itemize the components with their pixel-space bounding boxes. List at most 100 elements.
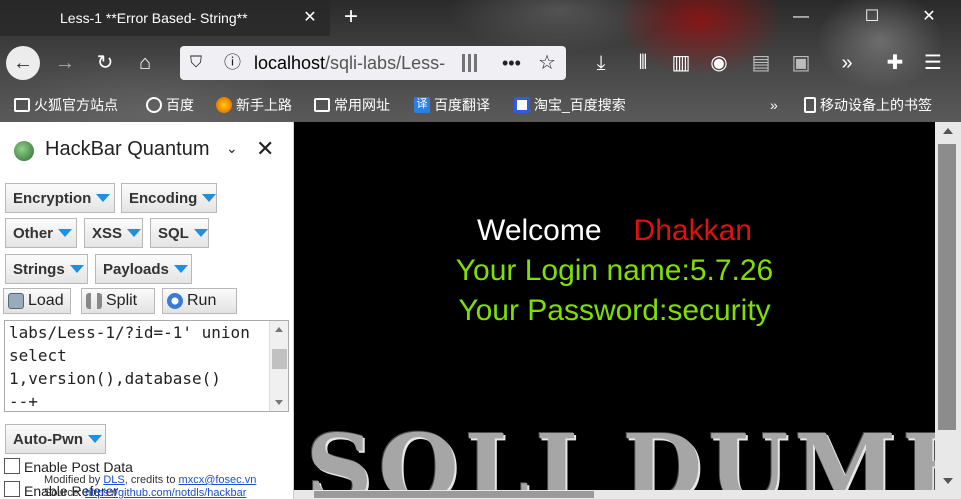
firefox-icon — [216, 97, 232, 113]
bookmark-item[interactable]: 淘宝_百度搜索 — [514, 94, 626, 116]
sidebar-icon[interactable]: ▥ — [664, 46, 698, 80]
encryption-menu[interactable]: Encryption — [5, 183, 115, 213]
dropdown-arrow-icon — [58, 229, 73, 237]
load-icon — [8, 293, 24, 309]
download-icon[interactable]: ⤓ — [584, 46, 618, 80]
tab-active[interactable]: Less-1 **Error Based- String** ✕ — [0, 0, 330, 36]
navigation-bar: ← → ↻ ⌂ ⛉ ⓘ localhost/sqli-labs/Less- ••… — [0, 40, 961, 86]
split-icon — [86, 293, 102, 309]
gift-icon[interactable]: ✚ — [878, 46, 912, 80]
run-button[interactable]: Run — [162, 288, 237, 314]
menu-icon[interactable]: ☰ — [916, 46, 950, 80]
bookmarks-bar: 火狐官方站点 百度 新手上路 常用网址 译百度翻译 淘宝_百度搜索 » 移动设备… — [0, 90, 961, 120]
github-link[interactable]: https://github.com/notdls/hackbar — [85, 487, 246, 499]
hackbar-title[interactable]: HackBar Quantum — [45, 138, 210, 161]
tab-bar: Less-1 **Error Based- String** ✕ + — ☐ ✕ — [0, 0, 961, 36]
strings-menu[interactable]: Strings — [5, 254, 88, 284]
home-icon[interactable]: ⌂ — [128, 46, 162, 80]
url-text[interactable]: localhost/sqli-labs/Less- — [254, 46, 462, 80]
star-icon[interactable]: ☆ — [538, 46, 556, 80]
email-link[interactable]: mxcx@fosec.vn — [179, 474, 257, 486]
maximize-icon[interactable]: ☐ — [855, 4, 889, 30]
screenshot-icon[interactable]: ▣ — [784, 46, 818, 80]
dls-link[interactable]: DLS — [103, 474, 124, 486]
scroll-up-icon[interactable] — [275, 327, 283, 332]
auto-pwn-menu[interactable]: Auto-Pwn — [5, 424, 106, 454]
dropdown-arrow-icon — [202, 194, 217, 202]
back-icon[interactable]: ← — [6, 46, 40, 80]
url-host: localhost — [254, 53, 326, 73]
scrollbar-thumb[interactable] — [938, 144, 956, 430]
qr-code-icon[interactable] — [462, 54, 480, 72]
dropdown-arrow-icon — [193, 229, 208, 237]
more-actions-icon[interactable]: ••• — [502, 46, 521, 80]
split-button[interactable]: Split — [81, 288, 155, 314]
xss-menu[interactable]: XSS — [84, 218, 143, 248]
tab-title: Less-1 **Error Based- String** — [60, 10, 248, 26]
shield-icon[interactable]: ⛉ — [190, 46, 202, 80]
close-tab-icon[interactable]: ✕ — [300, 8, 320, 28]
hackbar-credits: Modified by DLS, credits to mxcx@fosec.v… — [44, 474, 257, 499]
scrollbar-thumb[interactable] — [314, 491, 594, 498]
post-data-label: Enable Post Data — [24, 459, 133, 475]
new-tab-icon[interactable]: + — [338, 4, 364, 30]
hackbar-sidebar: HackBar Quantum ⌄ ✕ Encryption Encoding … — [0, 122, 294, 499]
reload-icon[interactable]: ↻ — [88, 46, 122, 80]
password-result: Your Password:security — [458, 294, 771, 327]
payloads-menu[interactable]: Payloads — [95, 254, 192, 284]
forward-icon[interactable]: → — [48, 46, 82, 80]
url-bar[interactable]: ⛉ ⓘ localhost/sqli-labs/Less- ••• ☆ — [180, 46, 566, 80]
url-query-textarea[interactable]: labs/Less-1/?id=-1' union select 1,versi… — [4, 320, 289, 412]
dropdown-arrow-icon — [173, 265, 188, 273]
page-content: Welcome Dhakkan Your Login name:5.7.26 Yo… — [294, 122, 935, 490]
textarea-scrollbar[interactable] — [269, 321, 288, 411]
mobile-bookmarks-icon — [804, 97, 816, 113]
login-name-result: Your Login name:5.7.26 — [455, 254, 774, 287]
bookmark-item[interactable]: 移动设备上的书签 — [804, 94, 932, 116]
welcome-username: Dhakkan — [633, 214, 752, 247]
query-text: labs/Less-1/?id=-1' union select 1,versi… — [9, 323, 250, 411]
referer-checkbox[interactable] — [4, 481, 20, 497]
page-horizontal-scrollbar[interactable] — [294, 490, 961, 499]
welcome-text: Welcome — [477, 214, 602, 247]
encoding-menu[interactable]: Encoding — [121, 183, 217, 213]
bookmark-item[interactable]: 百度 — [146, 94, 194, 116]
baidu-paw-icon — [514, 97, 530, 113]
close-window-icon[interactable]: ✕ — [912, 4, 946, 30]
folder-icon — [14, 98, 30, 112]
hackbar-logo-icon — [14, 141, 34, 161]
globe-icon — [146, 97, 162, 113]
folder-icon — [314, 98, 330, 112]
bookmark-item[interactable]: 火狐官方站点 — [14, 94, 118, 116]
url-path: /sqli-labs/Less- — [325, 53, 446, 73]
overflow-chevron-icon[interactable]: » — [830, 46, 864, 80]
scroll-up-icon[interactable] — [943, 128, 953, 134]
other-menu[interactable]: Other — [5, 218, 77, 248]
bookmark-item[interactable]: 译百度翻译 — [414, 94, 490, 116]
load-button[interactable]: Load — [3, 288, 71, 314]
run-icon — [167, 293, 183, 309]
browser-window: Less-1 **Error Based- String** ✕ + — ☐ ✕… — [0, 0, 961, 499]
library-icon[interactable]: ⫴ — [626, 46, 660, 80]
welcome-line: Welcome Dhakkan — [294, 214, 935, 248]
info-icon[interactable]: ⓘ — [224, 46, 241, 80]
dropdown-arrow-icon — [69, 265, 84, 273]
dropdown-arrow-icon — [96, 194, 111, 202]
browser-chrome: Less-1 **Error Based- String** ✕ + — ☐ ✕… — [0, 0, 961, 122]
scroll-down-icon[interactable] — [275, 400, 283, 405]
extension-icon[interactable]: ▤ — [744, 46, 778, 80]
bookmark-item[interactable]: 常用网址 — [314, 94, 390, 116]
close-icon[interactable]: ✕ — [256, 136, 274, 162]
bookmark-item[interactable]: 新手上路 — [216, 94, 292, 116]
page-vertical-scrollbar[interactable] — [935, 122, 961, 490]
firefox-account-icon[interactable]: ◉ — [702, 46, 736, 80]
dropdown-arrow-icon — [87, 435, 102, 443]
hackbar-header: HackBar Quantum ⌄ ✕ — [0, 122, 293, 178]
chevron-down-icon[interactable]: ⌄ — [226, 140, 238, 157]
scroll-down-icon[interactable] — [943, 478, 953, 484]
bookmarks-overflow-icon[interactable]: » — [770, 94, 778, 116]
sql-menu[interactable]: SQL — [150, 218, 209, 248]
minimize-icon[interactable]: — — [784, 4, 818, 30]
post-data-checkbox[interactable] — [4, 458, 20, 474]
scrollbar-thumb[interactable] — [272, 349, 287, 369]
